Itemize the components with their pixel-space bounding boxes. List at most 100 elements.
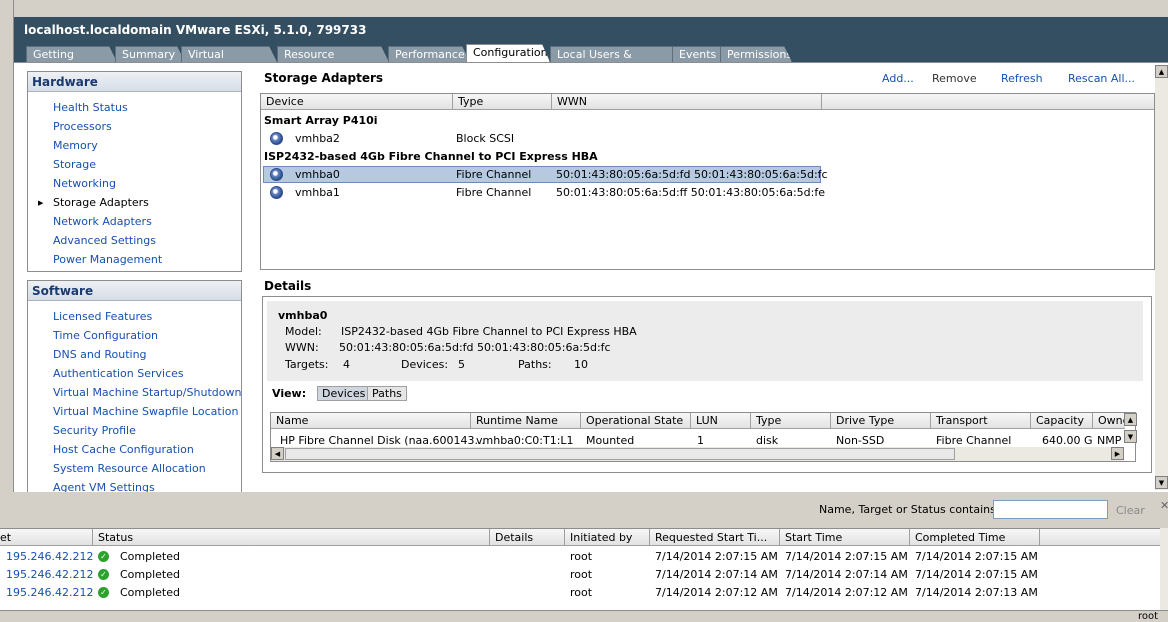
add-link[interactable]: Add... [882,72,914,85]
scroll-down-icon[interactable]: ▼ [1124,430,1137,443]
task-status: Completed [120,568,180,581]
paths-value: 10 [574,358,588,371]
sidebar-item-processors[interactable]: Processors [53,120,112,133]
column-header-requested-start[interactable]: Requested Start Ti... [650,529,780,546]
hardware-heading: Hardware [28,72,241,92]
sidebar-item-vm-startup-shutdown[interactable]: Virtual Machine Startup/Shutdown [53,386,241,399]
tab-configuration[interactable]: Configuration [466,44,550,62]
sidebar-item-networking[interactable]: Networking [53,177,116,190]
column-header-runtime-name[interactable]: Runtime Name [471,413,581,429]
task-initiated-by: root [570,568,593,581]
storage-adapters-table: Device Type WWN Smart Array P410i vmhba2… [260,93,1155,270]
details-title: Details [264,279,312,293]
selected-arrow-icon: ▶ [38,199,44,207]
device-state: Mounted [586,434,635,447]
status-user: root [1137,611,1158,622]
column-header-type[interactable]: Type [453,94,552,110]
column-header-wwn[interactable]: WWN [552,94,822,110]
devices-table: Name Runtime Name Operational State LUN … [270,412,1137,462]
device-capacity: 640.00 G [1042,434,1093,447]
sidebar-item-agent-vm-settings[interactable]: Agent VM Settings [53,481,155,492]
column-header-status[interactable]: Status [93,529,490,546]
task-initiated-by: root [570,586,593,599]
task-target[interactable]: 195.246.42.212 [6,568,93,581]
task-requested-start: 7/14/2014 2:07:14 AM [655,568,778,581]
close-icon[interactable]: ✕ [1160,499,1168,512]
sidebar-item-storage-adapters[interactable]: Storage Adapters [53,196,149,209]
host-title: localhost.localdomain VMware ESXi, 5.1.0… [14,17,1168,44]
hardware-box: Hardware Health Status Processors Memory… [27,71,242,272]
sidebar-item-host-cache-configuration[interactable]: Host Cache Configuration [53,443,194,456]
tab-permissions[interactable]: Permissions [720,46,792,62]
scroll-up-icon[interactable]: ▲ [1124,413,1137,426]
tasks-scrollbar[interactable] [1160,528,1168,610]
refresh-link[interactable]: Refresh [1001,72,1043,85]
main-scrollbar[interactable] [1155,65,1168,490]
hba-icon [270,132,283,145]
tab-virtual-machines[interactable]: Virtual Machines [181,46,277,62]
sidebar-item-storage[interactable]: Storage [53,158,96,171]
sidebar-item-dns-routing[interactable]: DNS and Routing [53,348,147,361]
table-row-device[interactable]: vmhba2 [295,132,340,145]
paths-label: Paths: [518,358,552,371]
hba-icon [270,186,283,199]
task-target[interactable]: 195.246.42.212 [6,586,93,599]
column-header-operational-state[interactable]: Operational State [581,413,691,429]
task-status: Completed [120,586,180,599]
sidebar-item-authentication-services[interactable]: Authentication Services [53,367,184,380]
device-name[interactable]: HP Fibre Channel Disk (naa.600143... [280,434,485,447]
sidebar-item-time-configuration[interactable]: Time Configuration [53,329,158,342]
rescan-all-link[interactable]: Rescan All... [1068,72,1135,85]
details-adapter-name: vmhba0 [278,309,328,322]
filter-input[interactable] [993,500,1108,519]
h-scroll-thumb[interactable] [285,448,955,460]
scroll-right-icon[interactable]: ▶ [1111,447,1124,460]
column-header-device[interactable]: Device [261,94,453,110]
sidebar-item-licensed-features[interactable]: Licensed Features [53,310,152,323]
column-header-target[interactable]: et [0,529,93,546]
scroll-left-icon[interactable]: ◀ [271,447,284,460]
column-header-completed-time[interactable]: Completed Time [910,529,1040,546]
sidebar-item-advanced-settings[interactable]: Advanced Settings [53,234,156,247]
targets-label: Targets: [285,358,329,371]
scroll-down-icon[interactable]: ▼ [1155,476,1168,489]
table-row-device[interactable]: vmhba1 [295,186,340,199]
remove-link[interactable]: Remove [932,72,977,85]
table-row-type: Fibre Channel [456,186,532,199]
view-label: View: [272,387,307,400]
column-header-drive-type[interactable]: Drive Type [831,413,931,429]
devices-value: 5 [458,358,465,371]
software-heading: Software [28,281,241,301]
table-row-device[interactable]: vmhba0 [295,168,340,181]
device-owner: NMP [1097,434,1122,447]
column-header-capacity[interactable]: Capacity [1031,413,1093,429]
filter-label[interactable]: Name, Target or Status contains: ▾ [819,503,1009,516]
task-target[interactable]: 195.246.42.212 [6,550,93,563]
sidebar-item-security-profile[interactable]: Security Profile [53,424,136,437]
tab-summary[interactable]: Summary [115,46,185,62]
column-header-initiated-by[interactable]: Initiated by [565,529,650,546]
tab-local-users-groups[interactable]: Local Users & Groups [550,46,680,62]
view-paths-button[interactable]: Paths [367,386,407,401]
tab-getting-started[interactable]: Getting Started [26,46,117,62]
tab-performance[interactable]: Performance [388,46,470,62]
sidebar-item-vm-swapfile-location[interactable]: Virtual Machine Swapfile Location [53,405,238,418]
column-header-start-time[interactable]: Start Time [780,529,910,546]
column-header-type[interactable]: Type [751,413,831,429]
wwn-value: 50:01:43:80:05:6a:5d:fd 50:01:43:80:05:6… [339,341,611,354]
sidebar-item-network-adapters[interactable]: Network Adapters [53,215,152,228]
column-header-transport[interactable]: Transport [931,413,1031,429]
sidebar-item-system-resource-allocation[interactable]: System Resource Allocation [53,462,206,475]
column-header-name[interactable]: Name [271,413,471,429]
sidebar-item-memory[interactable]: Memory [53,139,98,152]
tab-resource-allocation[interactable]: Resource Allocation [277,46,389,62]
clear-link[interactable]: Clear [1116,504,1145,517]
view-devices-button[interactable]: Devices [317,386,371,401]
column-header-lun[interactable]: LUN [691,413,751,429]
column-header-owner[interactable]: Owne [1093,413,1125,429]
sidebar-item-health-status[interactable]: Health Status [53,101,128,114]
column-header-details[interactable]: Details [490,529,565,546]
sidebar-item-power-management[interactable]: Power Management [53,253,162,266]
scroll-up-icon[interactable]: ▲ [1155,65,1168,78]
column-header-empty [1040,529,1160,546]
